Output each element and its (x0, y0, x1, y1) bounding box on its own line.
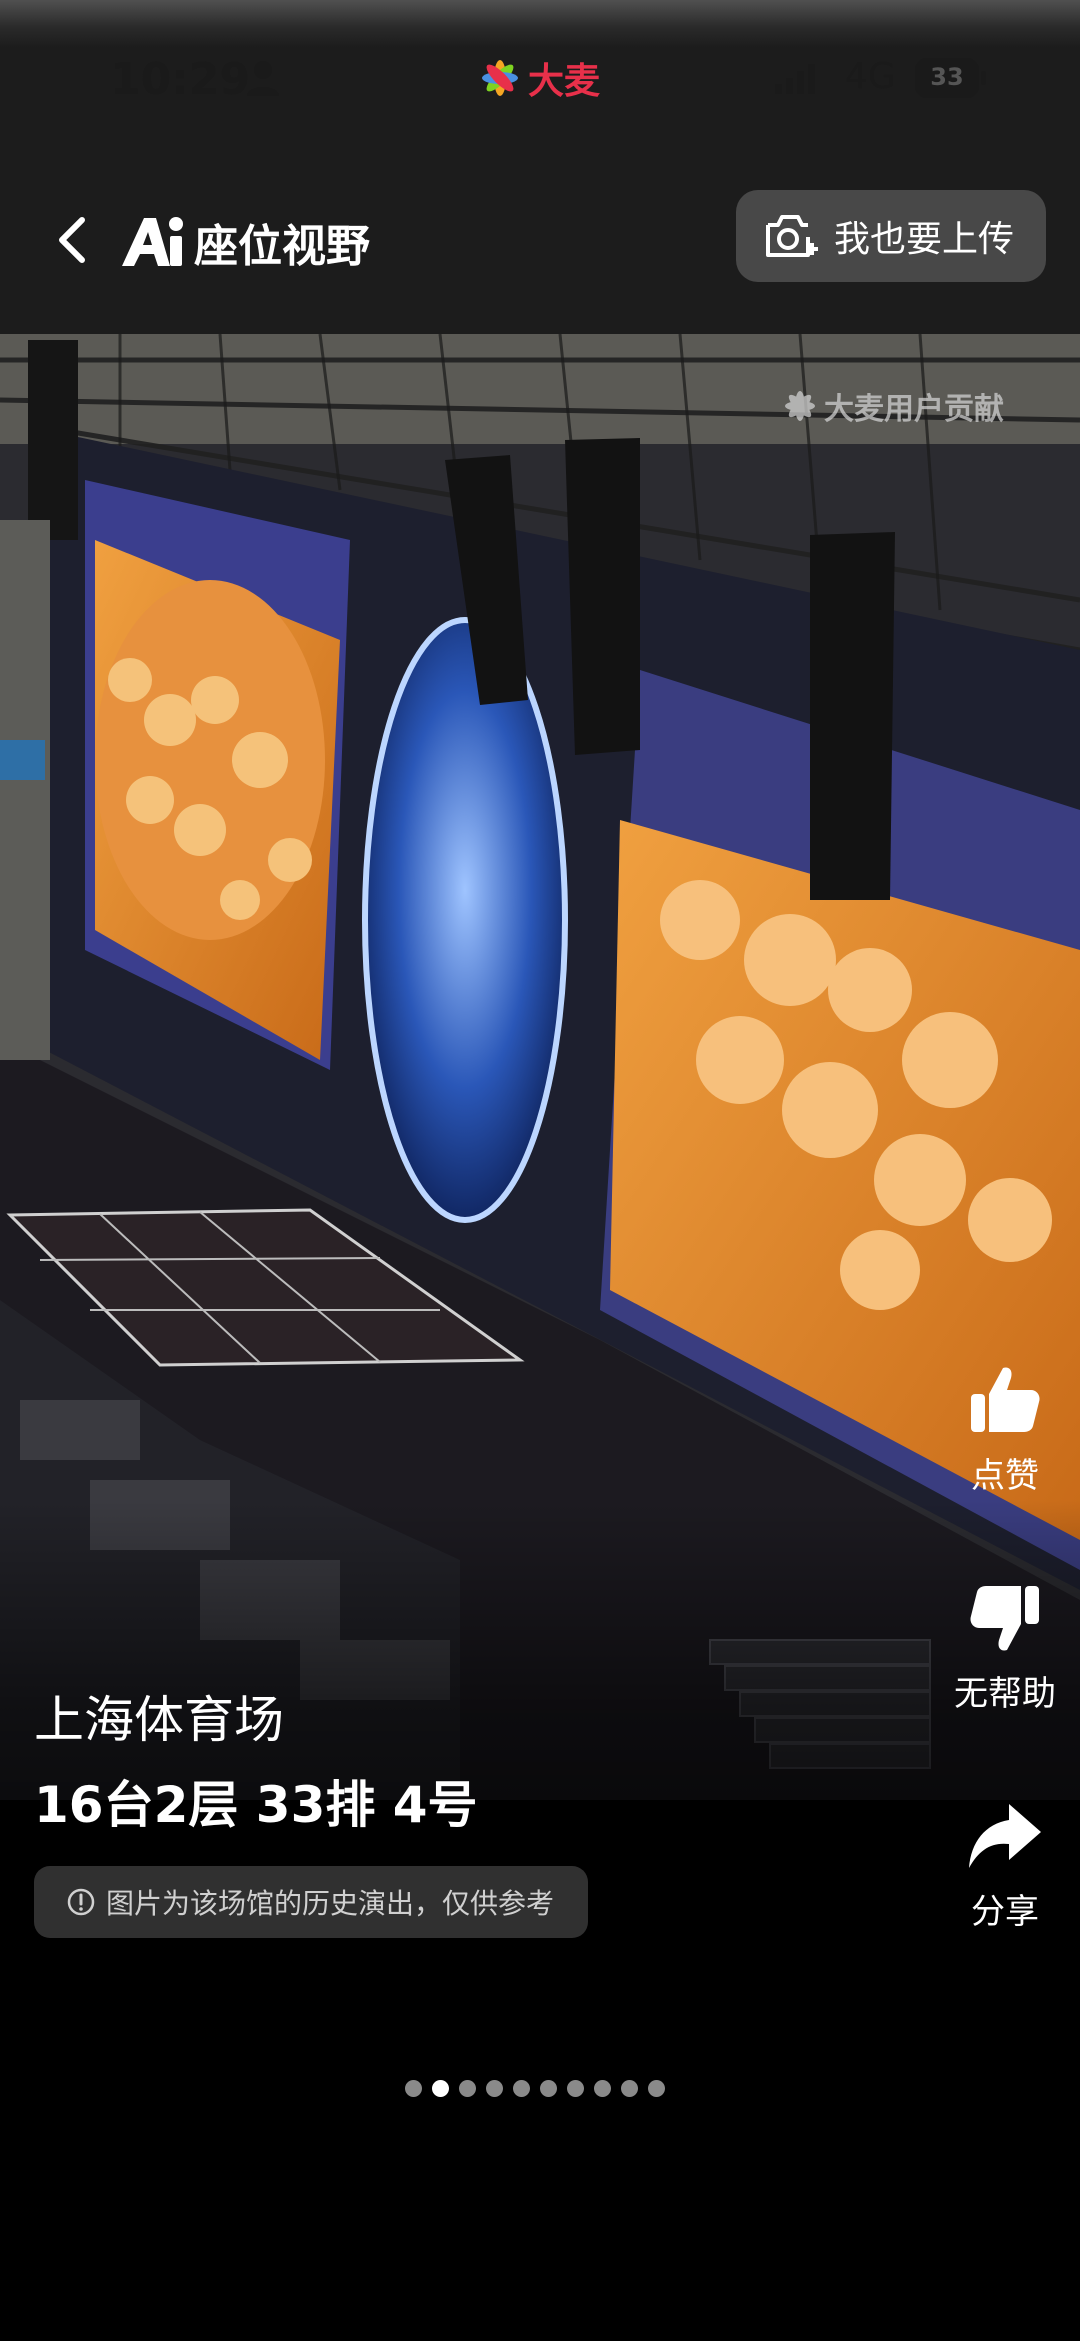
like-label: 点赞 (971, 1456, 1039, 1496)
thumbs-down-icon (970, 1586, 1039, 1651)
pager-dot[interactable] (567, 2080, 584, 2097)
pager-dot[interactable] (432, 2080, 449, 2097)
seat-view-photo[interactable] (0, 0, 1080, 2341)
disclaimer-badge: 图片为该场馆的历史演出，仅供参考 (34, 1866, 589, 1938)
like-button[interactable]: 点赞 (930, 1360, 1080, 1497)
pager-dot[interactable] (486, 2080, 503, 2097)
damai-logo: 大麦 (478, 56, 600, 102)
share-arrow-icon (969, 1804, 1041, 1868)
ai-logo-icon (122, 217, 183, 266)
status-bar: 10:29 大麦 4G 33 (0, 40, 1080, 120)
damai-flower-icon (785, 391, 815, 421)
battery-level: 33 (930, 63, 964, 91)
seat-location: 16台2层 33排 4号 (34, 1776, 478, 1834)
damai-flower-icon (482, 60, 518, 96)
pager-dot[interactable] (540, 2080, 557, 2097)
share-button[interactable]: 分享 (930, 1796, 1080, 1933)
disclaimer-text: 图片为该场馆的历史演出，仅供参考 (106, 1887, 555, 1920)
signal-icon (775, 64, 815, 94)
battery-icon: 33 (915, 58, 987, 98)
upload-button[interactable]: 我也要上传 (736, 190, 1046, 282)
photo-pager (0, 2080, 1080, 2100)
pager-dot[interactable] (621, 2080, 638, 2097)
watermark-text: 大麦用户贡献 (824, 392, 1004, 427)
pager-dot[interactable] (594, 2080, 611, 2097)
pager-dot[interactable] (459, 2080, 476, 2097)
venue-name: 上海体育场 (34, 1691, 284, 1749)
pager-dot[interactable] (648, 2080, 665, 2097)
page-title: 座位视野 (118, 210, 370, 274)
back-button[interactable] (40, 204, 104, 276)
status-time: 10:29 (110, 54, 251, 105)
unhelpful-label: 无帮助 (954, 1674, 1056, 1714)
seat-view-screen: 10:29 大麦 4G 33 座位视野 我也要上传 大麦用户贡献 点赞 无帮助 … (0, 0, 1080, 2341)
upload-button-label: 我也要上传 (834, 219, 1015, 260)
app-name: 大麦 (528, 61, 601, 102)
pager-dot[interactable] (405, 2080, 422, 2097)
page-title-text: 座位视野 (194, 221, 370, 272)
header-bar: 座位视野 我也要上传 (0, 180, 1080, 300)
thumbs-up-icon (971, 1367, 1040, 1432)
share-label: 分享 (971, 1892, 1039, 1932)
info-circle-icon (67, 1888, 95, 1916)
network-type: 4G (845, 56, 896, 97)
unhelpful-button[interactable]: 无帮助 (930, 1578, 1080, 1715)
camera-plus-icon (766, 215, 818, 257)
pager-dot[interactable] (513, 2080, 530, 2097)
person-icon (247, 61, 279, 96)
watermark: 大麦用户贡献 (780, 384, 1004, 428)
chevron-left-icon (59, 217, 85, 263)
